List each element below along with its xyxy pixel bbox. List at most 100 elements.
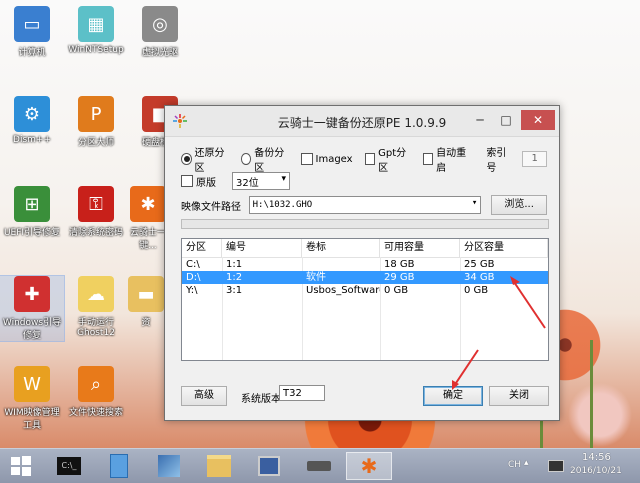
desktop-icon-wim-tool[interactable]: W WIM映像管理工具 [0, 366, 64, 431]
column-header[interactable]: 可用容量 [380, 239, 460, 257]
backup-label: 备份分区 [254, 148, 285, 174]
table-cell: 18 GB [384, 259, 415, 270]
table-header: 分区 编号 卷标 可用容量 分区容量 [182, 239, 548, 258]
auto-reboot-checkbox[interactable]: 自动重启 [422, 144, 471, 174]
taskbar-capture[interactable] [252, 452, 286, 480]
clock-time[interactable]: 14:56 [582, 452, 611, 463]
gpt-checkbox[interactable]: Gpt分区 [364, 144, 411, 174]
desktop-icon-winntsetup[interactable]: ▦ WinNTSetup [64, 6, 128, 55]
original-checkbox[interactable]: 原版 [181, 174, 216, 189]
desktop-icon-virtual-drive[interactable]: ◎ 虚拟光驱 [128, 6, 192, 58]
image-path-combobox[interactable]: H:\1032.GHO ▾ [248, 196, 482, 214]
image-path-row: 映像文件路径 H:\1032.GHO ▾ 浏览... [181, 195, 547, 215]
ghost-icon: ☁ [78, 276, 114, 312]
start-button[interactable] [4, 452, 38, 480]
desktop-icon-label: 资 [141, 318, 151, 328]
sys-version-field[interactable]: T32 [279, 385, 325, 401]
terminal-icon: C:\_ [57, 457, 81, 475]
table-cell: 0 GB [464, 285, 489, 296]
minimize-button[interactable]: ─ [467, 110, 493, 130]
chevron-down-icon: ▾ [471, 198, 478, 208]
checkbox-indicator[interactable] [364, 153, 376, 165]
tray-arrow-icon[interactable]: ▴ [524, 458, 529, 468]
table-cell: Y:\ [186, 285, 198, 296]
table-cell: 软件 [306, 272, 326, 283]
column-header[interactable]: 卷标 [302, 239, 380, 257]
ok-button[interactable]: 确定 [423, 386, 483, 406]
table-cell: Usbos_Software [306, 285, 380, 296]
taskbar-app[interactable] [102, 452, 136, 480]
maximize-button[interactable]: □ [493, 110, 519, 130]
taskbar-yunqishi[interactable]: ✱ [346, 452, 392, 480]
index-field[interactable]: 1 [522, 151, 547, 167]
imagex-checkbox[interactable]: Imagex [300, 153, 353, 165]
advanced-button[interactable]: 高级 [181, 386, 227, 406]
winntsetup-icon: ▦ [78, 6, 114, 42]
desktop-icon-ghost12[interactable]: ☁ 手动运行Ghost12 [64, 276, 128, 338]
toolbox-icon: ✚ [14, 276, 50, 312]
column-header[interactable]: 分区容量 [460, 239, 548, 257]
desktop-icon-uefi-repair[interactable]: ⊞ UEFI引导修复 [0, 186, 64, 238]
checkbox-indicator[interactable] [300, 153, 313, 165]
chevron-down-icon: ▾ [281, 174, 286, 184]
blank-app-icon [110, 454, 128, 478]
checkbox-indicator[interactable] [181, 175, 193, 187]
desktop-icon-file-search[interactable]: ⌕ 文件快速搜索 [64, 366, 128, 418]
column-header[interactable]: 分区 [182, 239, 222, 257]
bits-select[interactable]: 32位 ▾ [232, 172, 290, 190]
backup-radio[interactable]: 备份分区 [240, 144, 289, 174]
action-center-icon[interactable] [548, 460, 564, 472]
table-cell: C:\ [186, 259, 200, 270]
taskbar-terminal[interactable]: C:\_ [52, 452, 86, 480]
uefi-repair-icon: ⊞ [14, 186, 50, 222]
desktop-icon-clear-password[interactable]: ⚿ 清除系统密码 [64, 186, 128, 238]
table-cell: 25 GB [464, 259, 495, 270]
start-icon [11, 456, 31, 476]
desktop-icon-label: Windows引导修复 [2, 318, 62, 341]
progress-bar [181, 219, 549, 229]
desktop-icon-label: Dism++ [13, 135, 51, 145]
clock-date[interactable]: 2016/10/21 [570, 466, 622, 476]
desktop-icon-label: 手动运行Ghost12 [77, 318, 115, 338]
radio-indicator[interactable] [181, 153, 192, 165]
table-row[interactable]: Y:\ 3:1 Usbos_Software 0 GB 0 GB [182, 284, 548, 297]
magnifier-icon: ⌕ [78, 366, 114, 402]
yunqishi-icon: ✱ [360, 454, 378, 478]
close-button[interactable]: 关闭 [489, 386, 549, 406]
table-cell: 1:2 [226, 272, 243, 283]
original-label: 原版 [196, 177, 216, 189]
table-row[interactable]: C:\ 1:1 18 GB 25 GB [182, 258, 548, 271]
disk-tool-icon [158, 455, 180, 477]
restore-radio[interactable]: 还原分区 [181, 144, 229, 174]
desktop-icon-label: 文件快速搜索 [68, 408, 123, 418]
close-window-button[interactable]: ✕ [521, 110, 555, 130]
desktop-icon-yunqishi[interactable]: ✱ 云骑士一键... [128, 186, 168, 251]
table-cell: D:\ [186, 272, 201, 283]
image-path-value: H:\1032.GHO [252, 200, 313, 210]
wallpaper-flower [560, 380, 640, 448]
options-row-2: 原版 32位 ▾ [181, 172, 547, 190]
wallpaper-stem [590, 340, 593, 448]
gpt-label: Gpt分区 [378, 148, 407, 174]
desktop-icon-partition-master[interactable]: P 分区大师 [64, 96, 128, 148]
desktop-icon-label: 计算机 [18, 48, 46, 58]
ime-indicator[interactable]: CH [508, 460, 521, 470]
taskbar-hard-drive[interactable] [302, 452, 336, 480]
checkbox-indicator[interactable] [422, 153, 434, 165]
desktop-icon-label: 云骑士一键... [129, 228, 166, 251]
computer-icon: ▭ [14, 6, 50, 42]
desktop-icon-folder[interactable]: ▬ 资 [128, 276, 164, 328]
taskbar-disk-tool[interactable] [152, 452, 186, 480]
radio-indicator[interactable] [240, 153, 252, 165]
desktop-icon-dism[interactable]: ⚙ Dism++ [0, 96, 64, 145]
imagex-label: Imagex [315, 153, 353, 165]
desktop-icon-label: WIM映像管理工具 [4, 408, 60, 431]
file-explorer-icon [207, 455, 231, 477]
dialog-titlebar[interactable]: 云骑士一键备份还原PE 1.0.9.9 ─ □ ✕ [165, 106, 559, 137]
browse-button[interactable]: 浏览... [491, 195, 547, 215]
taskbar-explorer[interactable] [202, 452, 236, 480]
column-header[interactable]: 编号 [222, 239, 302, 257]
table-row-selected[interactable]: D:\ 1:2 软件 29 GB 34 GB [182, 271, 548, 284]
desktop-icon-windows-boot-repair[interactable]: ✚ Windows引导修复 [0, 275, 65, 342]
desktop-icon-computer[interactable]: ▭ 计算机 [0, 6, 64, 58]
